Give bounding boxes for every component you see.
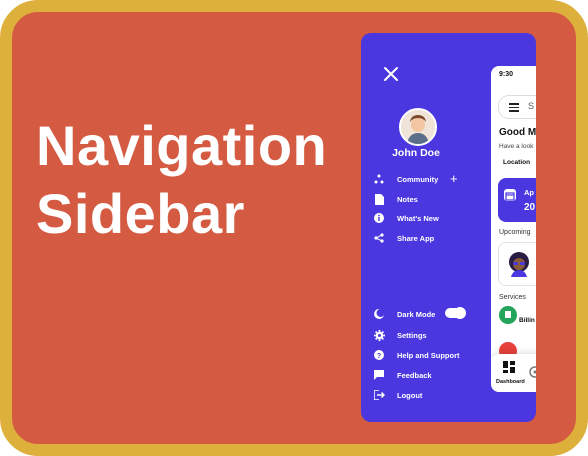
info-icon <box>373 212 385 224</box>
feedback-icon <box>373 369 385 381</box>
sidebar-item-community[interactable]: Community <box>373 173 438 185</box>
search-placeholder: S <box>528 101 535 111</box>
sidebar-item-label: Feedback <box>397 370 432 380</box>
logout-icon <box>373 389 385 401</box>
sidebar-item-label: Settings <box>397 330 427 340</box>
service-label: Billin <box>519 317 535 324</box>
settings-tab-icon[interactable] <box>529 366 536 378</box>
share-icon <box>373 232 385 244</box>
sidebar-item-label: What's New <box>397 213 439 223</box>
community-icon <box>373 173 385 185</box>
user-name: John Doe <box>392 147 440 159</box>
toggle-knob <box>454 307 466 319</box>
person-avatar-icon <box>509 252 529 277</box>
sidebar-item-label: Help and Support <box>397 350 460 360</box>
billing-service-icon[interactable] <box>499 306 517 324</box>
sidebar-item-dark-mode[interactable]: Dark Mode <box>373 308 435 320</box>
promo-card: Navigation Sidebar John Doe Community + <box>0 0 588 456</box>
sidebar-item-label: Logout <box>397 390 423 400</box>
headline-line-1: Navigation <box>36 114 328 177</box>
appointment-card[interactable]: Ap 20 <box>498 178 536 222</box>
upcoming-label: Upcoming <box>499 229 531 236</box>
sidebar-item-label: Notes <box>397 194 418 204</box>
headline-line-2: Sidebar <box>36 182 245 245</box>
greeting: Good M <box>499 127 536 138</box>
avatar[interactable] <box>399 108 437 146</box>
help-icon: ? <box>373 349 385 361</box>
app-screen-preview: 9:30 S Good M Have a look Location Ap 20… <box>491 66 536 392</box>
avatar-person-icon <box>401 110 435 144</box>
upcoming-card[interactable] <box>498 242 536 286</box>
dashboard-tab-label: Dashboard <box>496 379 525 385</box>
navigation-sidebar: John Doe Community + Notes What's New Sh… <box>361 33 536 422</box>
search-bar[interactable]: S <box>498 95 536 119</box>
sidebar-item-share-app[interactable]: Share App <box>373 232 434 244</box>
add-community-button[interactable]: + <box>450 172 458 185</box>
sidebar-item-label: Dark Mode <box>397 309 436 319</box>
sidebar-item-label: Share App <box>397 233 435 243</box>
hamburger-icon[interactable] <box>509 103 519 114</box>
sidebar-item-notes[interactable]: Notes <box>373 193 418 205</box>
dark-mode-toggle[interactable] <box>445 307 466 319</box>
sidebar-item-label: Community <box>397 174 439 184</box>
close-icon[interactable] <box>383 66 399 82</box>
dashboard-icon[interactable] <box>503 361 515 373</box>
bottom-navigation: Dashboard <box>491 354 536 392</box>
location-label[interactable]: Location <box>503 159 530 166</box>
headline: Navigation Sidebar <box>36 112 327 248</box>
appointment-title: Ap <box>524 188 534 197</box>
sidebar-item-logout[interactable]: Logout <box>373 389 422 401</box>
svg-text:?: ? <box>377 353 381 360</box>
greeting-subtext: Have a look <box>499 143 534 150</box>
sidebar-item-settings[interactable]: Settings <box>373 329 427 341</box>
sidebar-item-feedback[interactable]: Feedback <box>373 369 432 381</box>
status-time: 9:30 <box>499 71 514 78</box>
sidebar-item-help[interactable]: ? Help and Support <box>373 349 460 361</box>
calendar-icon <box>504 189 516 201</box>
gear-icon <box>373 329 385 341</box>
appointment-date: 20 <box>524 202 536 213</box>
moon-icon <box>373 308 385 320</box>
services-label: Services <box>499 294 526 301</box>
notes-icon <box>373 193 385 205</box>
sidebar-item-whats-new[interactable]: What's New <box>373 212 439 224</box>
